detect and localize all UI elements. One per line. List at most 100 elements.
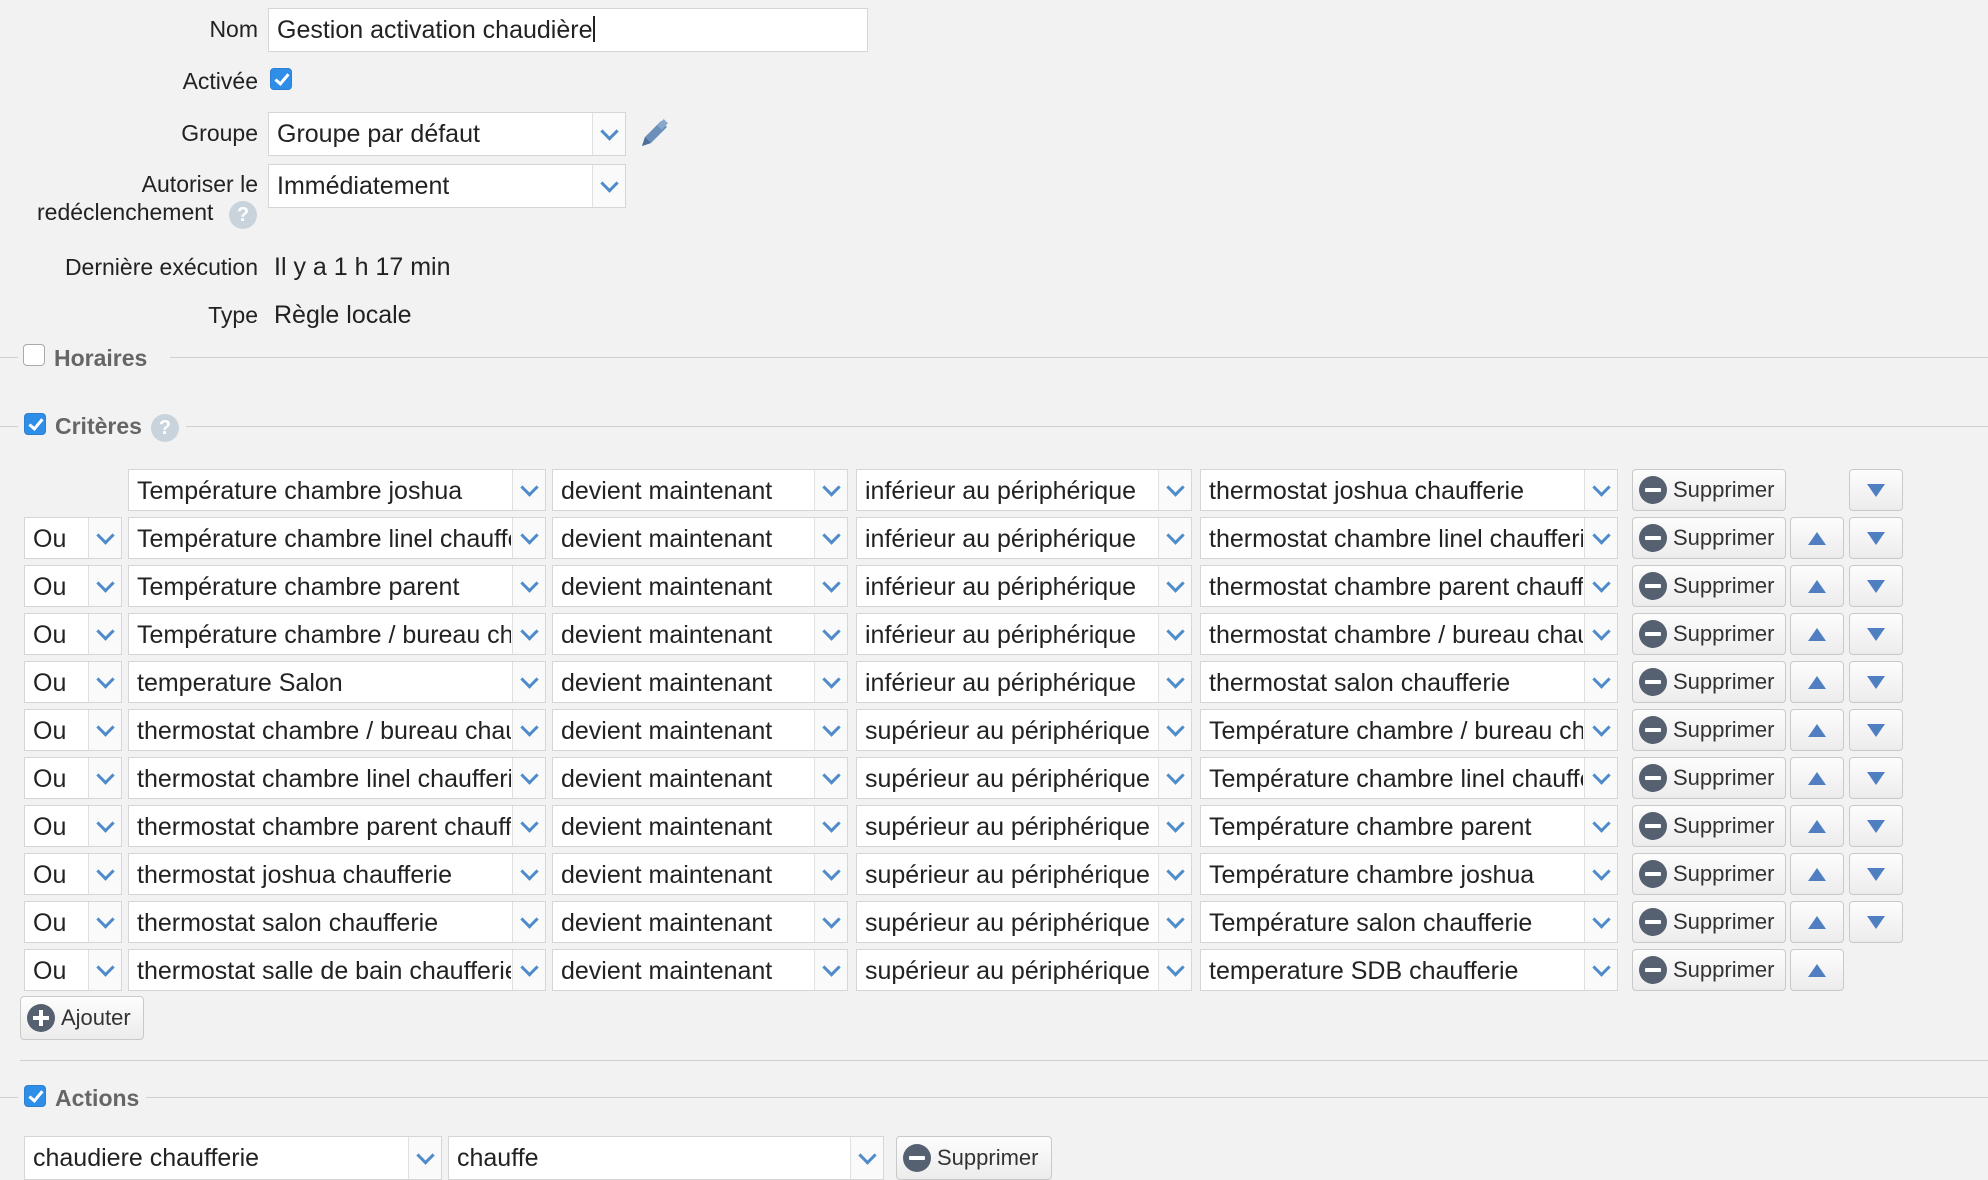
criterion-comparator-select[interactable]: supérieur au périphérique: [856, 901, 1192, 943]
add-criterion-button[interactable]: Ajouter: [20, 996, 144, 1040]
criterion-target-select[interactable]: Température chambre joshua: [1200, 853, 1618, 895]
move-down-button[interactable]: [1849, 517, 1903, 559]
criterion-comparator-select[interactable]: supérieur au périphérique: [856, 757, 1192, 799]
criterion-target-select[interactable]: Température chambre parent: [1200, 805, 1618, 847]
criterion-comparator-select[interactable]: inférieur au périphérique: [856, 469, 1192, 511]
criterion-device-select[interactable]: thermostat chambre parent chaufferie: [128, 805, 546, 847]
operator-select[interactable]: Ou: [24, 613, 122, 655]
criterion-event-select[interactable]: devient maintenant: [552, 613, 848, 655]
criterion-target-select[interactable]: thermostat chambre parent chaufferie: [1200, 565, 1618, 607]
action-value-select[interactable]: chauffe: [448, 1136, 884, 1180]
delete-criterion-button[interactable]: Supprimer: [1632, 757, 1786, 799]
criterion-event-select[interactable]: devient maintenant: [552, 517, 848, 559]
operator-select[interactable]: Ou: [24, 805, 122, 847]
criterion-device-select[interactable]: Température chambre parent: [128, 565, 546, 607]
criterion-target-select[interactable]: thermostat chambre / bureau chaufferie: [1200, 613, 1618, 655]
delete-criterion-button[interactable]: Supprimer: [1632, 949, 1786, 991]
actions-checkbox[interactable]: [24, 1085, 46, 1107]
delete-action-button[interactable]: Supprimer: [896, 1136, 1052, 1180]
chevron-down-icon: [1158, 662, 1191, 702]
delete-criterion-button[interactable]: Supprimer: [1632, 613, 1786, 655]
criterion-comparator-select[interactable]: supérieur au périphérique: [856, 853, 1192, 895]
move-up-button[interactable]: [1790, 709, 1844, 751]
operator-select[interactable]: Ou: [24, 853, 122, 895]
move-up-button[interactable]: [1790, 661, 1844, 703]
criterion-event-select[interactable]: devient maintenant: [552, 709, 848, 751]
move-up-button[interactable]: [1790, 901, 1844, 943]
criterion-event-select[interactable]: devient maintenant: [552, 853, 848, 895]
move-down-button[interactable]: [1849, 901, 1903, 943]
operator-select[interactable]: Ou: [24, 757, 122, 799]
criterion-target-select[interactable]: Température chambre / bureau chaufferie: [1200, 709, 1618, 751]
criterion-target-select[interactable]: Température salon chaufferie: [1200, 901, 1618, 943]
action-device-select[interactable]: chaudiere chaufferie: [24, 1136, 442, 1180]
move-up-button[interactable]: [1790, 949, 1844, 991]
criterion-device-select[interactable]: Température chambre joshua: [128, 469, 546, 511]
operator-select[interactable]: Ou: [24, 565, 122, 607]
move-down-button[interactable]: [1849, 613, 1903, 655]
schedules-checkbox[interactable]: [23, 344, 45, 366]
criterion-device-select[interactable]: Température chambre linel chaufferie: [128, 517, 546, 559]
help-icon[interactable]: ?: [151, 414, 179, 442]
move-down-button[interactable]: [1849, 661, 1903, 703]
delete-criterion-button[interactable]: Supprimer: [1632, 853, 1786, 895]
move-up-button[interactable]: [1790, 613, 1844, 655]
criterion-device-select[interactable]: thermostat salle de bain chaufferie: [128, 949, 546, 991]
criterion-comparator-select[interactable]: inférieur au périphérique: [856, 517, 1192, 559]
criterion-comparator-select[interactable]: supérieur au périphérique: [856, 805, 1192, 847]
criterion-target-select[interactable]: Température chambre linel chaufferie: [1200, 757, 1618, 799]
move-down-button[interactable]: [1849, 805, 1903, 847]
move-down-button[interactable]: [1849, 709, 1903, 751]
criterion-target-select[interactable]: thermostat salon chaufferie: [1200, 661, 1618, 703]
move-down-button[interactable]: [1849, 565, 1903, 607]
criterion-event-select[interactable]: devient maintenant: [552, 757, 848, 799]
criterion-comparator-select[interactable]: inférieur au périphérique: [856, 613, 1192, 655]
criterion-device-select[interactable]: thermostat joshua chaufferie: [128, 853, 546, 895]
criterion-device-select[interactable]: thermostat chambre linel chaufferie: [128, 757, 546, 799]
move-up-button[interactable]: [1790, 757, 1844, 799]
retrigger-select[interactable]: Immédiatement: [268, 164, 626, 208]
criterion-comparator-select[interactable]: inférieur au périphérique: [856, 565, 1192, 607]
criterion-event-select[interactable]: devient maintenant: [552, 805, 848, 847]
move-up-button[interactable]: [1790, 517, 1844, 559]
delete-criterion-button[interactable]: Supprimer: [1632, 565, 1786, 607]
criteria-checkbox[interactable]: [24, 413, 46, 435]
move-down-button[interactable]: [1849, 757, 1903, 799]
delete-criterion-button[interactable]: Supprimer: [1632, 709, 1786, 751]
criterion-device-select[interactable]: thermostat salon chaufferie: [128, 901, 546, 943]
enabled-checkbox[interactable]: [270, 68, 292, 90]
criterion-target-select[interactable]: temperature SDB chaufferie: [1200, 949, 1618, 991]
criterion-event-select[interactable]: devient maintenant: [552, 949, 848, 991]
criterion-comparator-select[interactable]: supérieur au périphérique: [856, 949, 1192, 991]
criterion-target-select[interactable]: thermostat joshua chaufferie: [1200, 469, 1618, 511]
criterion-event-select[interactable]: devient maintenant: [552, 661, 848, 703]
operator-select[interactable]: Ou: [24, 901, 122, 943]
operator-select[interactable]: Ou: [24, 709, 122, 751]
criterion-event-select[interactable]: devient maintenant: [552, 901, 848, 943]
delete-criterion-button[interactable]: Supprimer: [1632, 661, 1786, 703]
criterion-device-select[interactable]: Température chambre / bureau chaufferie: [128, 613, 546, 655]
criterion-device-select[interactable]: thermostat chambre / bureau chaufferie: [128, 709, 546, 751]
criterion-event-select[interactable]: devient maintenant: [552, 565, 848, 607]
operator-select[interactable]: Ou: [24, 661, 122, 703]
pencil-icon[interactable]: [636, 116, 672, 152]
move-up-button[interactable]: [1790, 805, 1844, 847]
delete-criterion-button[interactable]: Supprimer: [1632, 805, 1786, 847]
operator-select[interactable]: Ou: [24, 949, 122, 991]
group-select[interactable]: Groupe par défaut: [268, 112, 626, 156]
criterion-event-select[interactable]: devient maintenant: [552, 469, 848, 511]
move-up-button[interactable]: [1790, 853, 1844, 895]
move-up-button[interactable]: [1790, 565, 1844, 607]
name-input[interactable]: Gestion activation chaudière: [268, 8, 868, 52]
move-down-button[interactable]: [1849, 469, 1903, 511]
criterion-target-select[interactable]: thermostat chambre linel chaufferie: [1200, 517, 1618, 559]
delete-criterion-button[interactable]: Supprimer: [1632, 469, 1786, 511]
help-icon[interactable]: ?: [229, 201, 257, 229]
operator-select[interactable]: Ou: [24, 517, 122, 559]
criterion-comparator-select[interactable]: inférieur au périphérique: [856, 661, 1192, 703]
move-down-button[interactable]: [1849, 853, 1903, 895]
criterion-device-select[interactable]: temperature Salon: [128, 661, 546, 703]
criterion-comparator-select[interactable]: supérieur au périphérique: [856, 709, 1192, 751]
delete-criterion-button[interactable]: Supprimer: [1632, 517, 1786, 559]
delete-criterion-button[interactable]: Supprimer: [1632, 901, 1786, 943]
